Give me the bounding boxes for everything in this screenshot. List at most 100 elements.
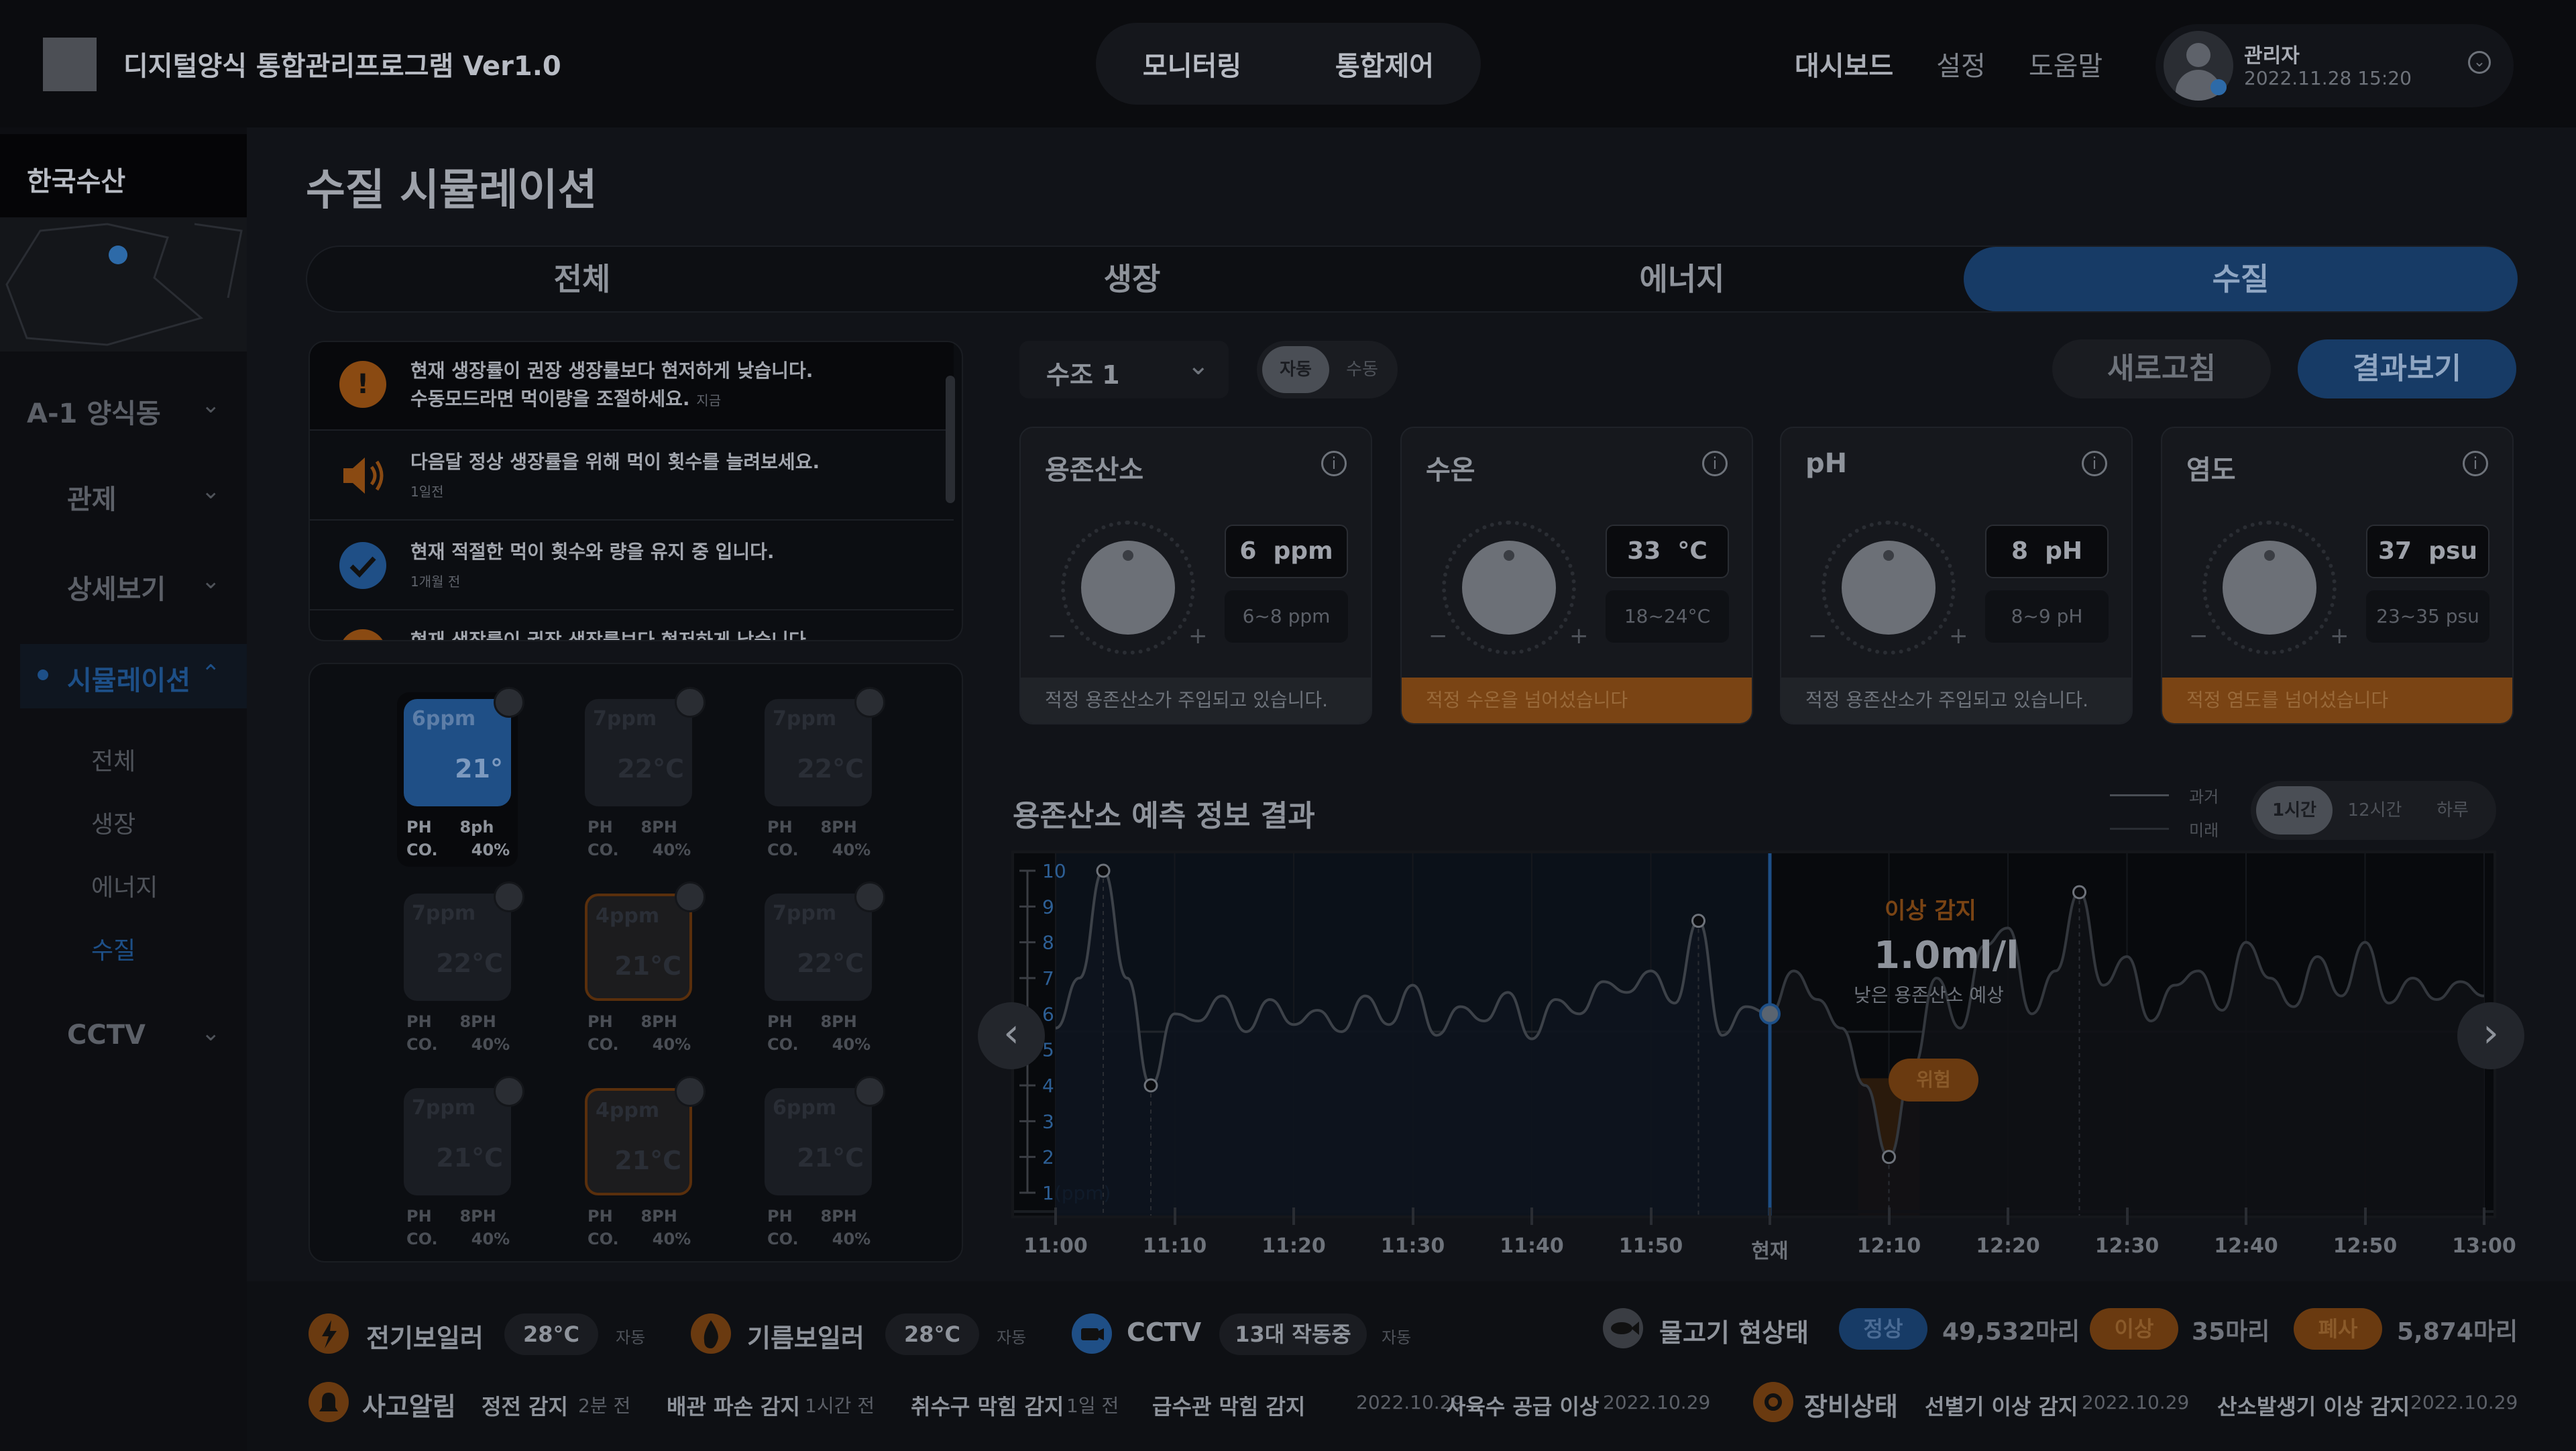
tank-tile[interactable]: 6ppm 21°C	[765, 1088, 872, 1195]
plus-icon[interactable]: +	[1949, 623, 1968, 649]
sensor-value-field[interactable]: 33 °C	[1606, 525, 1729, 578]
tank-card[interactable]: 7ppm 22°C PH 8PH CO. 40%	[758, 881, 885, 1061]
tank-card[interactable]: 4ppm 21°C PH 8PH CO. 40%	[578, 1076, 706, 1256]
tank-card[interactable]: 6ppm 21° PH 8ph CO. 40%	[397, 687, 524, 867]
sidebar-sub-growth[interactable]: 생장	[91, 805, 135, 840]
tank-card[interactable]: 6ppm 21°C PH 8PH CO. 40%	[758, 1076, 885, 1256]
chevron-down-icon[interactable]: ⌄	[201, 478, 221, 504]
accident-item[interactable]: 정전 감지	[482, 1390, 568, 1421]
tank-card[interactable]: 7ppm 21°C PH 8PH CO. 40%	[397, 1076, 524, 1256]
minus-icon[interactable]: −	[1429, 623, 1448, 649]
sidebar-sub-water[interactable]: 수질	[91, 931, 135, 966]
minus-icon[interactable]: −	[1808, 623, 1828, 649]
equipment-label: 장비상태	[1804, 1392, 1898, 1421]
info-icon[interactable]: i	[2082, 451, 2107, 476]
equipment-item[interactable]: 선별기 이상 감지	[1925, 1390, 2078, 1421]
sidebar-item-detail[interactable]: 상세보기	[67, 568, 166, 606]
tank-tile[interactable]: 7ppm 22°C	[765, 699, 872, 806]
sidebar-sub-energy[interactable]: 에너지	[91, 868, 158, 903]
plus-icon[interactable]: +	[1569, 623, 1589, 649]
sensor-value-field[interactable]: 8 pH	[1985, 525, 2109, 578]
tank-card[interactable]: 7ppm 22°C PH 8PH CO. 40%	[758, 687, 885, 867]
mode-toggle[interactable]: 자동 수동	[1257, 341, 1398, 398]
info-icon[interactable]: i	[1702, 451, 1728, 476]
range-day[interactable]: 하루	[2414, 786, 2491, 835]
range-1h[interactable]: 1시간	[2256, 786, 2333, 835]
tank-feed-button[interactable]	[854, 1076, 885, 1107]
tank-tile[interactable]: 7ppm 21°C	[404, 1088, 511, 1195]
tab-growth[interactable]: 생장	[857, 247, 1407, 311]
tank-feed-button[interactable]	[854, 881, 885, 912]
chart-next-button[interactable]: ›	[2457, 1002, 2524, 1069]
tank-ppm: 6ppm	[773, 1096, 837, 1120]
mode-manual[interactable]: 수동	[1332, 346, 1392, 393]
tank-card[interactable]: 7ppm 22°C PH 8PH CO. 40%	[397, 881, 524, 1061]
plus-icon[interactable]: +	[1188, 623, 1208, 649]
chevron-down-icon[interactable]: ⌄	[201, 1020, 221, 1046]
equipment-item[interactable]: 산소발생기 이상 감지	[2217, 1390, 2410, 1421]
nav-monitoring[interactable]: 모니터링	[1143, 44, 1241, 83]
chart-prev-button[interactable]: ‹	[978, 1002, 1045, 1069]
mode-auto[interactable]: 자동	[1262, 346, 1329, 393]
minimap[interactable]	[0, 217, 247, 352]
fish-normal-count: 49,532마리	[1942, 1318, 2080, 1346]
anomaly-label: 이상 감지	[1885, 898, 1976, 924]
tank-tile[interactable]: 7ppm 22°C	[404, 894, 511, 1001]
tank-feed-button[interactable]	[494, 687, 524, 718]
tab-energy[interactable]: 에너지	[1407, 247, 1957, 311]
chevron-down-icon[interactable]: ⌄	[201, 392, 221, 419]
result-button[interactable]: 결과보기	[2298, 339, 2516, 398]
accident-item[interactable]: 급수관 막힘 감지	[1152, 1390, 1305, 1421]
warning-icon: !	[339, 361, 386, 408]
sensor-value-field[interactable]: 6 ppm	[1225, 525, 1348, 578]
accident-item[interactable]: 취수구 막힘 감지	[911, 1390, 1064, 1421]
tank-feed-button[interactable]	[675, 881, 706, 912]
tank-tile[interactable]: 4ppm 21°C	[585, 1088, 692, 1195]
tank-card[interactable]: 4ppm 21°C PH 8PH CO. 40%	[578, 881, 706, 1061]
sidebar-building[interactable]: A-1 양식동	[27, 392, 161, 431]
tank-tile[interactable]: 4ppm 21°C	[585, 894, 692, 1001]
list-item[interactable]: 현재 적절한 먹이 횟수와 량을 유지 중 입니다. 1개월 전	[310, 522, 954, 610]
chevron-up-icon[interactable]: ⌃	[201, 660, 221, 687]
tank-feed-button[interactable]	[675, 687, 706, 718]
sidebar-item-control[interactable]: 관제	[67, 478, 117, 517]
minus-icon[interactable]: −	[1048, 623, 1067, 649]
accident-item[interactable]: 사육수 공급 이상	[1446, 1390, 1599, 1421]
chevron-down-icon[interactable]: ⌄	[201, 568, 221, 594]
sidebar-item-cctv[interactable]: CCTV	[67, 1020, 146, 1051]
list-item[interactable]: ! 현재 생장률이 권장 생장률보다 현저하게 낮습니다. 수동모드라면 먹이량을…	[310, 342, 954, 431]
sensor-value-field[interactable]: 37 psu	[2366, 525, 2489, 578]
range-12h[interactable]: 12시간	[2337, 786, 2413, 835]
plus-icon[interactable]: +	[2330, 623, 2349, 649]
tank-feed-button[interactable]	[675, 1076, 706, 1107]
tank-feed-button[interactable]	[494, 1076, 524, 1107]
tank-tile[interactable]: 6ppm 21°	[404, 699, 511, 806]
list-item[interactable]: 현재 생장률이 권장 생장률보다 현저하게 낮습니다.	[310, 612, 954, 640]
sidebar-sub-all[interactable]: 전체	[91, 742, 135, 777]
tab-water[interactable]: 수질	[1964, 247, 2518, 311]
link-settings[interactable]: 설정	[1936, 44, 1986, 83]
tank-select[interactable]: 수조 1 ⌄	[1019, 341, 1229, 398]
anomaly-desc: 낮은 용존산소 예상	[1854, 984, 2004, 1006]
nav-integrated-control[interactable]: 통합제어	[1335, 44, 1434, 83]
info-icon[interactable]: i	[2463, 451, 2488, 476]
tab-all[interactable]: 전체	[307, 247, 857, 311]
link-help[interactable]: 도움말	[2029, 44, 2103, 83]
tank-tile[interactable]: 7ppm 22°C	[765, 894, 872, 1001]
sidebar-item-simulation[interactable]: 시뮬레이션	[67, 659, 190, 698]
link-dashboard[interactable]: 대시보드	[1795, 44, 1893, 83]
tank-feed-button[interactable]	[494, 881, 524, 912]
sensor-status: 적정 용존산소가 주입되고 있습니다.	[1021, 678, 1371, 723]
tank-tile[interactable]: 7ppm 22°C	[585, 699, 692, 806]
sensor-range: 18~24°C	[1606, 590, 1729, 643]
tank-ppm: 4ppm	[596, 1099, 660, 1122]
accident-item[interactable]: 배관 파손 감지	[667, 1390, 800, 1421]
tank-feed-button[interactable]	[854, 687, 885, 718]
info-icon[interactable]: i	[1321, 451, 1347, 476]
refresh-button[interactable]: 새로고침	[2052, 339, 2271, 398]
tank-card[interactable]: 7ppm 22°C PH 8PH CO. 40%	[578, 687, 706, 867]
minus-icon[interactable]: −	[2189, 623, 2208, 649]
chevron-down-icon[interactable]: ⌄	[2468, 51, 2491, 74]
list-item[interactable]: 다음달 정상 생장률을 위해 먹이 횟수를 늘려보세요. 1일전	[310, 432, 954, 521]
scrollbar[interactable]	[946, 376, 955, 503]
